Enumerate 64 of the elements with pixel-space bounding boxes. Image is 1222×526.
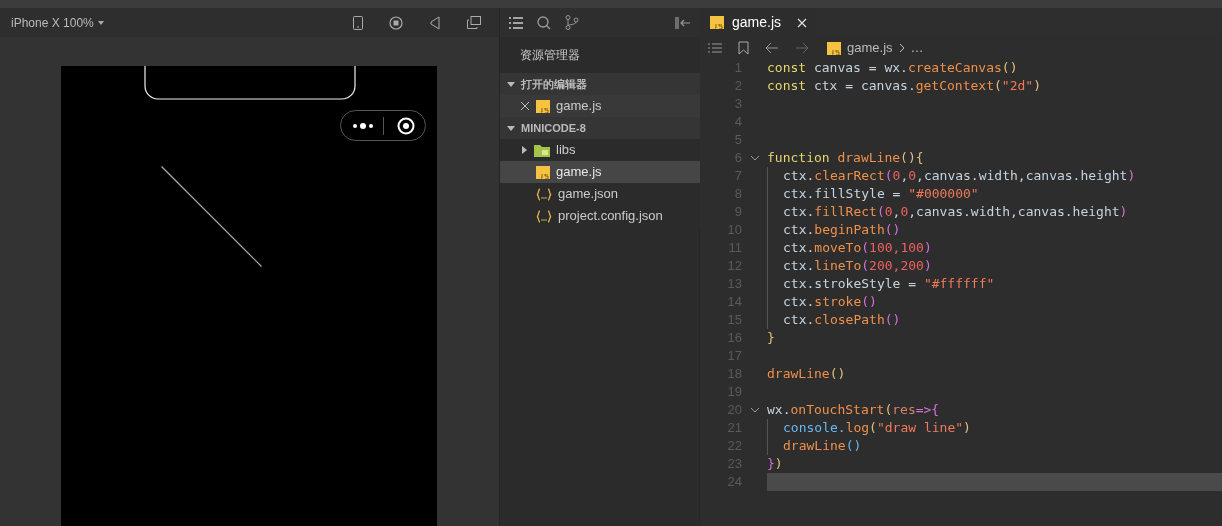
fold-chevron-icon[interactable] bbox=[749, 155, 760, 161]
device-dropdown[interactable]: iPhone X 100% bbox=[11, 13, 104, 32]
more-dots-icon[interactable] bbox=[351, 121, 374, 130]
target-icon[interactable] bbox=[396, 116, 415, 135]
file-name: project.config.json bbox=[558, 207, 663, 226]
breadcrumb-item[interactable]: game.js bbox=[847, 38, 893, 58]
expanded-triangle-icon[interactable] bbox=[507, 124, 515, 132]
js-file-icon bbox=[536, 99, 550, 113]
section-title: MINICODE-8 bbox=[521, 120, 586, 136]
phone-icon[interactable] bbox=[353, 15, 363, 30]
code-line: ctx.lineTo(200,200) bbox=[783, 257, 932, 276]
code-line: drawLine() bbox=[783, 437, 862, 456]
code-line: console.log("draw line") bbox=[783, 419, 971, 438]
breadcrumb-more[interactable]: … bbox=[910, 38, 924, 58]
file-item[interactable]: game.json bbox=[500, 183, 700, 205]
section-header[interactable]: 打开的编辑器 bbox=[500, 73, 700, 95]
stop-icon[interactable] bbox=[389, 15, 403, 30]
section-header[interactable]: MINICODE-8 bbox=[500, 117, 700, 139]
file-item[interactable]: project.config.json bbox=[500, 205, 700, 227]
file-item[interactable]: game.js bbox=[500, 161, 700, 183]
folder-icon bbox=[534, 143, 550, 157]
file-name: game.js bbox=[556, 97, 602, 116]
code-line: ctx.beginPath() bbox=[783, 221, 901, 240]
code-line: }) bbox=[767, 455, 783, 474]
code-line: } bbox=[767, 329, 775, 348]
js-file-icon bbox=[827, 41, 841, 55]
expanded-triangle-icon[interactable] bbox=[507, 80, 515, 88]
file-name: game.json bbox=[558, 185, 618, 204]
code-line: function drawLine(){ bbox=[767, 149, 924, 168]
panel-title: 资源管理器 bbox=[520, 47, 580, 64]
code-line: ctx.clearRect(0,0,canvas.width,canvas.height) bbox=[783, 167, 1136, 186]
list-icon[interactable] bbox=[509, 16, 523, 29]
code-line: drawLine() bbox=[767, 365, 846, 384]
file-name: libs bbox=[556, 141, 576, 160]
collapsed-triangle-icon[interactable] bbox=[520, 146, 528, 154]
braces-file-icon bbox=[536, 209, 552, 223]
chevron-right-icon bbox=[898, 43, 905, 53]
file-item[interactable]: libs bbox=[500, 139, 700, 161]
file-name: game.js bbox=[556, 163, 602, 182]
code-line: wx.onTouchStart(res=>{ bbox=[767, 401, 940, 420]
code-line: const canvas = wx.createCanvas() bbox=[767, 59, 1018, 78]
forward-arrow-icon[interactable] bbox=[795, 42, 809, 54]
code-line: ctx.stroke() bbox=[783, 293, 877, 312]
code-line: ctx.moveTo(100,100) bbox=[783, 239, 932, 258]
js-file-icon bbox=[536, 165, 550, 179]
search-icon[interactable] bbox=[537, 15, 551, 30]
windows-icon[interactable] bbox=[467, 16, 481, 29]
bookmark-icon[interactable] bbox=[738, 41, 749, 55]
code-line: ctx.fillRect(0,0,canvas.width,canvas.height) bbox=[783, 203, 1128, 222]
collapse-panel-icon[interactable] bbox=[675, 16, 690, 29]
code-line: ctx.fillStyle = "#000000" bbox=[783, 185, 979, 204]
back-arrow-icon[interactable] bbox=[765, 42, 779, 54]
section-title: 打开的编辑器 bbox=[521, 76, 587, 92]
braces-file-icon bbox=[536, 187, 552, 201]
file-item[interactable]: game.js bbox=[500, 95, 700, 117]
fold-chevron-icon[interactable] bbox=[749, 407, 760, 413]
code-line: const ctx = canvas.getContext("2d") bbox=[767, 77, 1041, 96]
dropdown-caret-icon bbox=[97, 20, 104, 25]
close-icon[interactable] bbox=[797, 17, 808, 28]
code-line: ctx.closePath() bbox=[783, 311, 901, 330]
js-file-icon bbox=[710, 16, 724, 29]
code-line: ctx.strokeStyle = "#ffffff" bbox=[783, 275, 995, 294]
branch-icon[interactable] bbox=[565, 15, 579, 30]
close-icon[interactable] bbox=[520, 101, 530, 111]
